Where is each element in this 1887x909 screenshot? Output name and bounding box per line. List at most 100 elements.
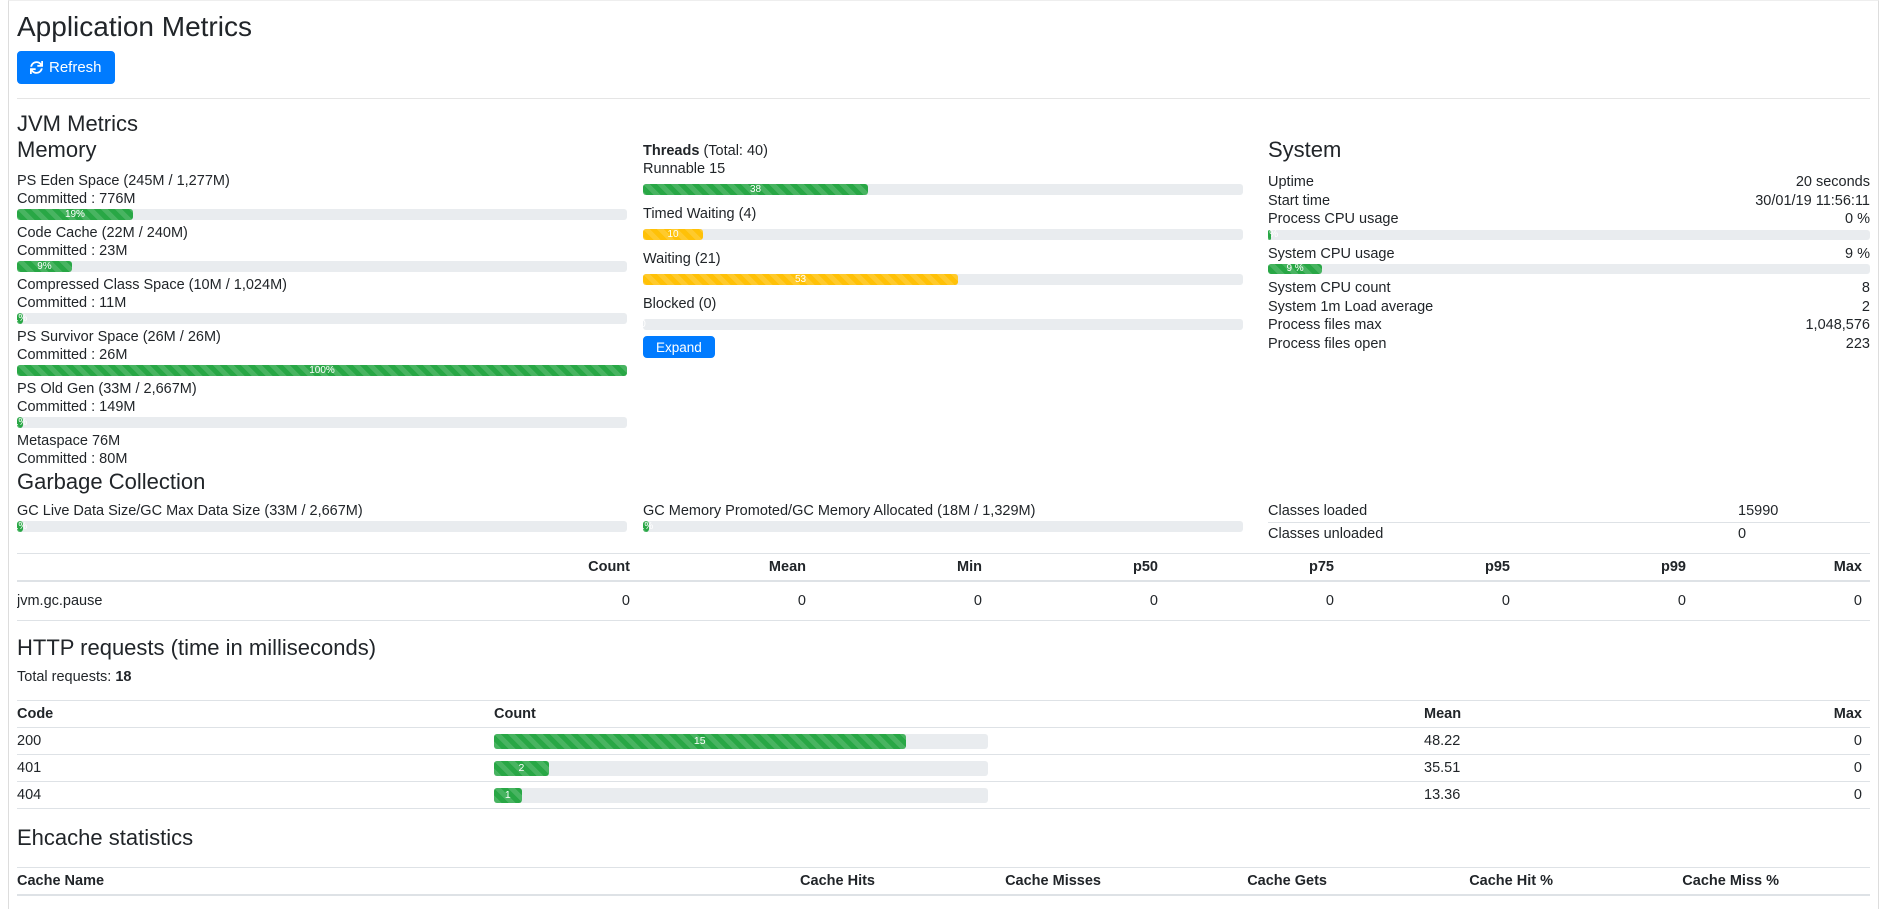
ehcache-header-row: Cache Name Cache Hits Cache Misses Cache…: [17, 868, 1870, 896]
system-row-value: 1,048,576: [1805, 316, 1870, 335]
memory-progress-label: 100%: [309, 366, 335, 376]
thread-progress-bar: 38: [643, 184, 868, 195]
memory-progress-bar: 19%: [17, 209, 133, 220]
gc-live-progress-track: 1%: [17, 521, 627, 532]
memory-metric-committed: Committed : 26M: [17, 347, 627, 363]
http-mean: 48.22: [1424, 728, 1780, 755]
expand-threads-button[interactable]: Expand: [643, 336, 715, 358]
gc-promoted-progress-label: 1%: [639, 522, 653, 532]
http-count-label: 2: [518, 763, 524, 774]
memory-metric-label: PS Survivor Space (26M / 26M): [17, 329, 627, 345]
memory-metric-label: Metaspace 76M: [17, 433, 627, 449]
system-row-value: 30/01/19 11:56:11: [1755, 192, 1870, 211]
process-cpu-progress-label: 0 %: [1261, 230, 1278, 240]
http-max: 0: [1780, 728, 1870, 755]
threads-title: Threads (Total: 40): [643, 143, 1243, 160]
gc-pause-p75: 0: [1166, 581, 1342, 621]
threads-column: Threads (Total: 40) Runnable 15 38 Timed…: [643, 137, 1243, 358]
gc-live-progress-label: 1%: [13, 522, 27, 532]
memory-metric-committed: Committed : 23M: [17, 243, 627, 259]
ehcache-header-name: Cache Name: [17, 868, 657, 896]
memory-metric: Code Cache (22M / 240M) Committed : 23M …: [17, 225, 627, 272]
memory-progress-track: 1%: [17, 417, 627, 428]
ehcache-header-hit-pct: Cache Hit %: [1335, 868, 1561, 896]
memory-metric: Metaspace 76M Committed : 80M: [17, 433, 627, 467]
ehcache-header-misses: Cache Misses: [883, 868, 1109, 896]
memory-metric: PS Old Gen (33M / 2,667M) Committed : 14…: [17, 381, 627, 428]
total-requests: Total requests: 18: [17, 669, 1870, 686]
classes-loaded-label: Classes loaded: [1268, 503, 1738, 519]
http-max: 0: [1780, 782, 1870, 809]
thread-state-label: Blocked (0): [643, 296, 1243, 312]
classes-unloaded-value: 0: [1738, 526, 1870, 542]
gc-pause-p95: 0: [1342, 581, 1518, 621]
memory-column: Memory PS Eden Space (245M / 1,277M) Com…: [17, 137, 627, 467]
thread-progress-track: 38: [643, 184, 1243, 195]
memory-metric-label: Compressed Class Space (10M / 1,024M): [17, 277, 627, 293]
http-count-cell: 1: [494, 782, 1424, 809]
memory-metric-committed: Committed : 149M: [17, 399, 627, 415]
system-row: System CPU usage 9 %: [1268, 245, 1870, 264]
ehcache-title: Ehcache statistics: [17, 825, 1870, 851]
gc-row: GC Live Data Size/GC Max Data Size (33M …: [17, 495, 1870, 545]
http-max: 0: [1780, 755, 1870, 782]
system-row: Process files open 223: [1268, 335, 1870, 354]
system-row-label: Uptime: [1268, 173, 1314, 192]
memory-progress-label: 9%: [37, 262, 51, 272]
system-row-label: System CPU usage: [1268, 245, 1395, 264]
thread-progress-bar: 10: [643, 229, 703, 240]
http-row-200: 200 15 48.22 0: [17, 728, 1870, 755]
total-requests-label: Total requests:: [17, 669, 111, 685]
system-row-value: 9 %: [1845, 245, 1870, 264]
ehcache-header-spacer: [1787, 868, 1870, 896]
thread-progress-label: 10: [667, 230, 678, 240]
memory-metric-label: PS Eden Space (245M / 1,277M): [17, 173, 627, 189]
system-row-value: 0 %: [1845, 210, 1870, 229]
gc-pause-max: 0: [1694, 581, 1870, 621]
thread-progress-label: 53: [795, 275, 806, 285]
http-count-cell: 15: [494, 728, 1424, 755]
gc-pause-header-count: Count: [462, 554, 638, 582]
system-row-label: Process CPU usage: [1268, 210, 1399, 229]
http-count-bar: 1: [494, 788, 522, 803]
http-mean: 13.36: [1424, 782, 1780, 809]
system-column: System Uptime 20 seconds Start time 30/0…: [1268, 137, 1870, 353]
gc-pause-table: Count Mean Min p50 p75 p95 p99 Max jvm.g…: [17, 553, 1870, 621]
http-count-bar: 15: [494, 734, 906, 749]
refresh-button[interactable]: Refresh: [17, 51, 115, 84]
gc-pause-header-max: Max: [1694, 554, 1870, 582]
thread-state-label: Runnable 15: [643, 161, 1243, 177]
metrics-page: Application Metrics Refresh JVM Metrics …: [8, 0, 1879, 909]
system-row-label: Process files open: [1268, 335, 1386, 354]
gc-live-progress-bar: 1%: [17, 521, 23, 532]
system-row-value: 8: [1862, 279, 1870, 298]
thread-progress-track: 53: [643, 274, 1243, 285]
http-count-bar: 2: [494, 761, 549, 776]
http-header-max: Max: [1780, 701, 1870, 728]
jvm-metrics-title: JVM Metrics: [17, 111, 1870, 137]
jvm-metrics-row: Memory PS Eden Space (245M / 1,277M) Com…: [17, 137, 1870, 467]
http-requests-title: HTTP requests (time in milliseconds): [17, 635, 1870, 661]
memory-progress-label: 19%: [65, 210, 85, 220]
total-requests-value: 18: [115, 669, 131, 685]
gc-pause-row: jvm.gc.pause 0 0 0 0 0 0 0 0: [17, 581, 1870, 621]
memory-metric: PS Survivor Space (26M / 26M) Committed …: [17, 329, 627, 376]
memory-metric-committed: Committed : 80M: [17, 451, 627, 467]
gc-pause-mean: 0: [638, 581, 814, 621]
http-code: 200: [17, 728, 494, 755]
ehcache-table: Cache Name Cache Hits Cache Misses Cache…: [17, 867, 1870, 896]
memory-metric-label: Code Cache (22M / 240M): [17, 225, 627, 241]
gc-pause-header-p95: p95: [1342, 554, 1518, 582]
http-count-cell: 2: [494, 755, 1424, 782]
classes-unloaded-row: Classes unloaded 0: [1268, 522, 1870, 545]
memory-progress-bar: 9%: [17, 261, 72, 272]
system-row: Process CPU usage 0 %: [1268, 210, 1870, 229]
refresh-icon: [30, 61, 43, 74]
http-code: 401: [17, 755, 494, 782]
gc-pause-header-empty: [17, 554, 462, 582]
system-row-value: 20 seconds: [1796, 173, 1870, 192]
memory-progress-bar: 1%: [17, 417, 23, 428]
memory-metric-label: PS Old Gen (33M / 2,667M): [17, 381, 627, 397]
divider: [17, 98, 1870, 99]
classes-unloaded-label: Classes unloaded: [1268, 526, 1738, 542]
